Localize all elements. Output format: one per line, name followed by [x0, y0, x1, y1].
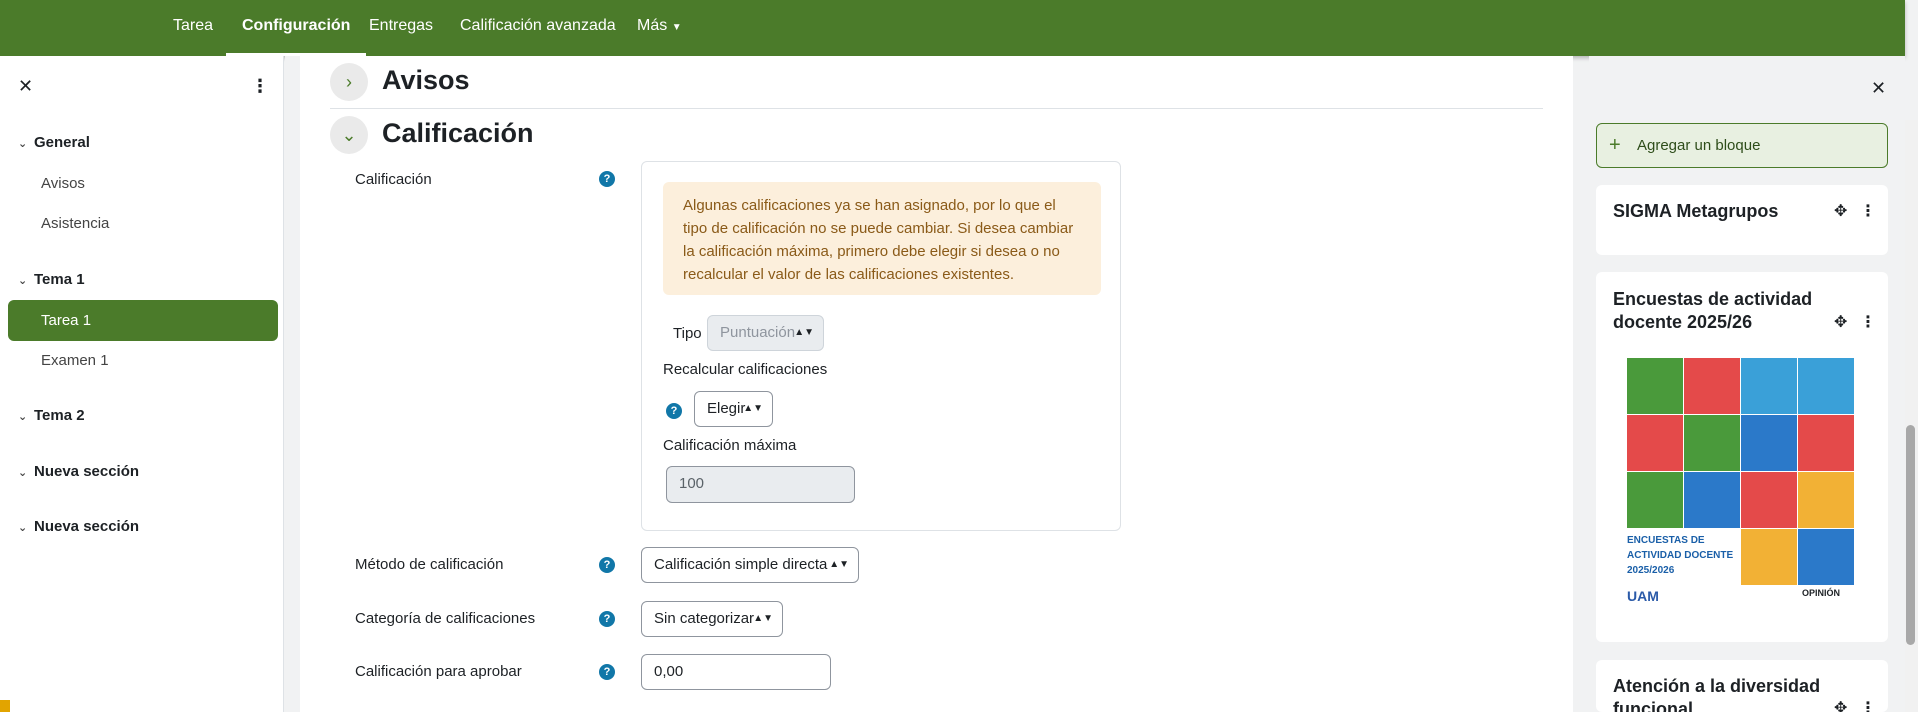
section-label: Tema 1 — [34, 271, 85, 288]
help-icon[interactable]: ? — [599, 611, 615, 627]
chevron-down-icon: ⌄ — [18, 275, 28, 287]
recalc-select[interactable]: Elegir ▲▼ — [694, 391, 773, 427]
section-general[interactable]: ⌄ General — [18, 134, 90, 151]
section-label: General — [34, 134, 90, 151]
course-index-drawer: ✕ ⋮ ⌄ General Avisos Asistencia ⌄ Tema 1 T… — [0, 56, 284, 712]
categoria-select[interactable]: Sin categorizar ▲▼ — [641, 601, 783, 637]
top-navigation: Tarea Configuración Entregas Calificació… — [0, 0, 1905, 56]
tipo-select[interactable]: Puntuación ▲▼ — [707, 315, 824, 351]
help-icon[interactable]: ? — [599, 557, 615, 573]
tab-mas[interactable]: Más ▼ — [637, 0, 682, 56]
help-icon[interactable]: ? — [599, 664, 615, 680]
divider — [330, 108, 1543, 109]
metodo-label: Método de calificación — [355, 556, 504, 573]
metodo-value: Calificación simple directa — [654, 556, 828, 573]
add-block-label: Agregar un bloque — [1637, 137, 1761, 154]
aprobar-input[interactable]: 0,00 — [641, 654, 831, 690]
item-examen-1[interactable]: Examen 1 — [41, 352, 109, 369]
tab-configuracion[interactable]: Configuración — [226, 0, 367, 56]
tile — [1627, 415, 1683, 471]
tile — [1741, 358, 1797, 414]
kebab-icon[interactable]: ⋮ — [1860, 698, 1876, 712]
tile — [1684, 472, 1740, 528]
tab-mas-label: Más — [637, 17, 668, 34]
tile — [1741, 472, 1797, 528]
tab-calificacion-avanzada[interactable]: Calificación avanzada — [460, 0, 616, 56]
section-nueva-seccion-1[interactable]: ⌄ Nueva sección — [18, 463, 139, 480]
status-indicator — [0, 700, 10, 712]
block-title: Atención a la diversidad funcional — [1613, 676, 1821, 712]
sort-arrows-icon: ▲▼ — [829, 559, 849, 570]
tile — [1798, 415, 1854, 471]
chevron-down-icon: ▼ — [671, 22, 682, 33]
uam-logo: UAM — [1627, 588, 1659, 604]
add-block-button[interactable]: + Agregar un bloque — [1596, 123, 1888, 168]
tile — [1627, 358, 1683, 414]
kebab-icon[interactable]: ⋮ — [251, 76, 269, 97]
section-label: Nueva sección — [34, 463, 140, 480]
sort-arrows-icon: ▲▼ — [743, 403, 763, 414]
sort-arrows-icon: ▲▼ — [753, 613, 773, 624]
tab-entregas[interactable]: Entregas — [369, 0, 433, 56]
move-icon[interactable]: ✥ — [1834, 698, 1847, 712]
help-icon[interactable]: ? — [666, 403, 682, 419]
chevron-down-icon[interactable]: ⌄ — [330, 116, 368, 154]
grade-group: Algunas calificaciones ya se han asignad… — [641, 161, 1121, 531]
categoria-value: Sin categorizar — [654, 610, 755, 627]
section-tema-1[interactable]: ⌄ Tema 1 — [18, 271, 85, 288]
recalc-label: Recalcular calificaciones — [663, 361, 828, 378]
tile — [1741, 529, 1797, 585]
categoria-label: Categoría de calificaciones — [355, 610, 536, 627]
section-label: Nueva sección — [34, 518, 140, 535]
tipo-label: Tipo — [673, 325, 702, 342]
grade-alert: Algunas calificaciones ya se han asignad… — [663, 182, 1101, 295]
section-label: Tema 2 — [34, 407, 85, 424]
sort-arrows-icon: ▲▼ — [794, 327, 814, 338]
block-title: Encuestas de actividad docente 2025/26 — [1613, 289, 1813, 332]
encuestas-poster[interactable]: ENCUESTAS DE ACTIVIDAD DOCENTE 2025/2026… — [1627, 358, 1856, 608]
poster-text: ENCUESTAS DE ACTIVIDAD DOCENTE 2025/2026 — [1627, 535, 1734, 576]
chevron-down-icon: ⌄ — [18, 411, 28, 423]
tile — [1627, 472, 1683, 528]
tile — [1684, 358, 1740, 414]
section-title-calificacion[interactable]: Calificación — [382, 118, 534, 149]
tile — [1798, 358, 1854, 414]
item-tarea-1[interactable]: Tarea 1 — [8, 300, 278, 341]
item-avisos[interactable]: Avisos — [41, 175, 85, 192]
kebab-icon[interactable]: ⋮ — [1860, 201, 1876, 221]
metodo-select[interactable]: Calificación simple directa ▲▼ — [641, 547, 859, 583]
chevron-down-icon: ⌄ — [18, 522, 28, 534]
block-sigma-metagrupos: SIGMA Metagrupos ✥ ⋮ — [1596, 185, 1888, 255]
section-title-avisos[interactable]: Avisos — [382, 65, 470, 96]
close-icon[interactable]: ✕ — [1871, 78, 1886, 99]
move-icon[interactable]: ✥ — [1834, 312, 1847, 332]
tipo-value: Puntuación — [720, 324, 796, 341]
recalc-value: Elegir — [707, 400, 746, 417]
max-grade-input[interactable]: 100 — [666, 466, 855, 503]
chevron-down-icon: ⌄ — [18, 138, 28, 150]
tile — [1798, 472, 1854, 528]
block-title: SIGMA Metagrupos — [1613, 201, 1779, 221]
plus-icon: + — [1609, 134, 1621, 156]
item-asistencia[interactable]: Asistencia — [41, 215, 109, 232]
chevron-right-icon[interactable]: › — [330, 63, 368, 101]
block-atencion-diversidad: Atención a la diversidad funcional ✥ ⋮ — [1596, 660, 1888, 712]
kebab-icon[interactable]: ⋮ — [1860, 312, 1876, 332]
tile — [1684, 415, 1740, 471]
tile — [1741, 415, 1797, 471]
aprobar-label: Calificación para aprobar — [355, 663, 522, 680]
grade-label: Calificación — [355, 171, 432, 188]
close-icon[interactable]: ✕ — [18, 76, 33, 97]
chevron-down-icon: ⌄ — [18, 467, 28, 479]
section-tema-2[interactable]: ⌄ Tema 2 — [18, 407, 85, 424]
help-icon[interactable]: ? — [599, 171, 615, 187]
tab-tarea[interactable]: Tarea — [173, 0, 213, 56]
opinion-logo: OPINIÓN — [1802, 588, 1841, 598]
section-nueva-seccion-2[interactable]: ⌄ Nueva sección — [18, 518, 139, 535]
move-icon[interactable]: ✥ — [1834, 201, 1847, 221]
tile — [1798, 529, 1854, 585]
max-grade-label: Calificación máxima — [663, 437, 797, 454]
scrollbar-thumb[interactable] — [1906, 425, 1915, 645]
